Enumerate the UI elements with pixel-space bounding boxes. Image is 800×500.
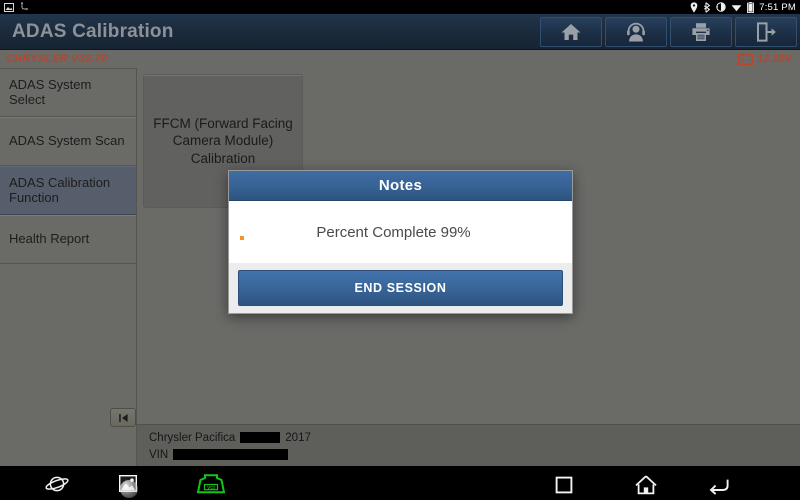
exit-door-icon — [757, 21, 776, 42]
collapse-panel-button[interactable] — [110, 408, 136, 427]
rotate-lock-icon — [716, 2, 726, 12]
vin-redaction — [173, 449, 289, 460]
gallery-image-icon[interactable] — [113, 472, 143, 496]
vehicle-model-line: Chrysler Pacifica 2017 — [149, 429, 800, 446]
sidebar-item-adas-calibration-function[interactable]: ADAS Calibration Function — [0, 166, 136, 215]
app-title-bar: ADAS Calibration — [0, 14, 800, 50]
sidebar-item-label: Health Report — [9, 231, 90, 247]
android-home-icon[interactable] — [634, 474, 658, 496]
bluetooth-icon — [704, 1, 711, 13]
exit-button[interactable] — [735, 16, 797, 47]
end-session-button[interactable]: END SESSION — [238, 270, 563, 306]
vehicle-version-bar: CHRYSLER V33.70 12.15V — [0, 50, 800, 68]
end-session-label: END SESSION — [354, 281, 447, 295]
screenshot-icon — [4, 2, 14, 12]
notes-dialog-header: Notes — [229, 171, 572, 201]
collapse-left-icon — [118, 413, 128, 422]
location-pin-icon — [690, 1, 698, 13]
header-toolbar — [540, 16, 797, 47]
vin-label: VIN — [149, 448, 169, 461]
status-bar-left-icons — [4, 2, 30, 12]
vehicle-model-label: Chrysler Pacifica — [149, 431, 236, 444]
function-sidebar: ADAS System Select ADAS System Scan ADAS… — [0, 68, 137, 466]
sidebar-footer-strip — [0, 424, 137, 466]
print-button[interactable] — [670, 16, 732, 47]
battery-icon — [747, 1, 755, 13]
android-status-bar: 7:51 PM — [0, 0, 800, 14]
sidebar-item-label: ADAS System Select — [9, 76, 92, 107]
home-button[interactable] — [540, 16, 602, 47]
make-version-label: CHRYSLER V33.70 — [6, 53, 108, 65]
voltage-value: 12.15V — [757, 53, 792, 65]
sidebar-item-label: ADAS Calibration Function — [9, 174, 111, 205]
vci-connector-icon[interactable]: VCI — [194, 473, 228, 495]
usb-debug-icon — [21, 2, 29, 11]
status-bar-clock: 7:51 PM — [759, 1, 796, 13]
printer-icon — [692, 22, 710, 41]
notes-dialog: Notes Percent Complete 99% END SESSION — [228, 170, 573, 314]
notes-dialog-title: Notes — [378, 177, 423, 194]
android-back-icon[interactable] — [707, 475, 731, 495]
vehicle-trim-redaction — [240, 432, 281, 443]
support-button[interactable] — [605, 16, 667, 47]
sidebar-item-health-report[interactable]: Health Report — [0, 215, 136, 264]
tablet-screen: 7:51 PM ADAS Calibration CHRYSLER V33.70… — [0, 0, 800, 500]
car-battery-icon — [738, 53, 754, 65]
page-title: ADAS Calibration — [12, 20, 174, 42]
percent-complete-message: Percent Complete 99% — [316, 223, 471, 241]
headset-person-icon — [627, 22, 645, 42]
vehicle-vin-line: VIN — [149, 446, 800, 463]
bullet-dot-icon — [240, 236, 244, 240]
voltage-indicator: 12.15V — [738, 53, 792, 65]
vehicle-info-bar: Chrysler Pacifica 2017 VIN — [137, 424, 800, 466]
wifi-icon — [731, 4, 742, 11]
sidebar-item-label: ADAS System Scan — [9, 133, 125, 149]
recents-square-icon[interactable] — [555, 476, 573, 494]
home-icon — [561, 23, 581, 40]
notes-dialog-body: Percent Complete 99% — [229, 201, 572, 263]
status-bar-right-icons: 7:51 PM — [690, 1, 796, 13]
sidebar-item-adas-system-select[interactable]: ADAS System Select — [0, 68, 136, 117]
sidebar-item-adas-system-scan[interactable]: ADAS System Scan — [0, 117, 136, 166]
browser-planet-icon[interactable] — [44, 474, 70, 494]
tile-label: FFCM (Forward Facing Camera Module) Cali… — [153, 115, 293, 166]
vehicle-year-label: 2017 — [285, 431, 311, 444]
notes-dialog-footer: END SESSION — [229, 263, 572, 313]
svg-text:VCI: VCI — [207, 485, 215, 490]
